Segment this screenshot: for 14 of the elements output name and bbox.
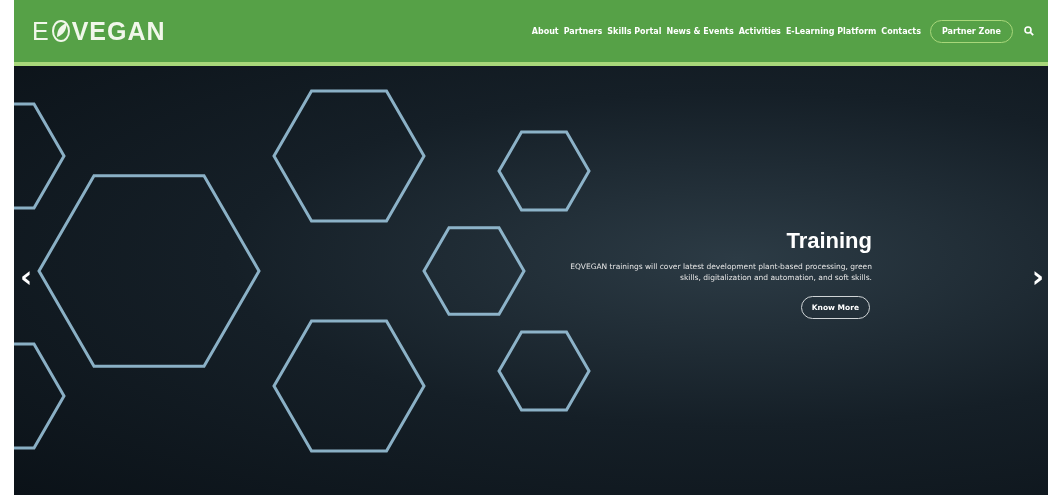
slide-title: Training (786, 228, 872, 254)
next-slide-button[interactable]: › (1031, 262, 1044, 292)
nav-link[interactable]: About (531, 26, 559, 36)
search-icon[interactable] (1024, 26, 1034, 36)
nav-link[interactable]: E-Learning Platform (785, 26, 877, 36)
nav-link[interactable]: Skills Portal (607, 26, 662, 36)
nav-link[interactable]: Partners (563, 26, 603, 36)
logo-text: E (32, 16, 50, 46)
leaf-icon (50, 19, 71, 43)
nav-link[interactable]: Contacts (881, 26, 921, 36)
logo-text: VEGAN (71, 16, 166, 46)
previous-slide-button[interactable]: ‹ (20, 262, 33, 292)
nav-link[interactable]: Activities (738, 26, 781, 36)
nav-link[interactable]: News & Events (666, 26, 734, 36)
